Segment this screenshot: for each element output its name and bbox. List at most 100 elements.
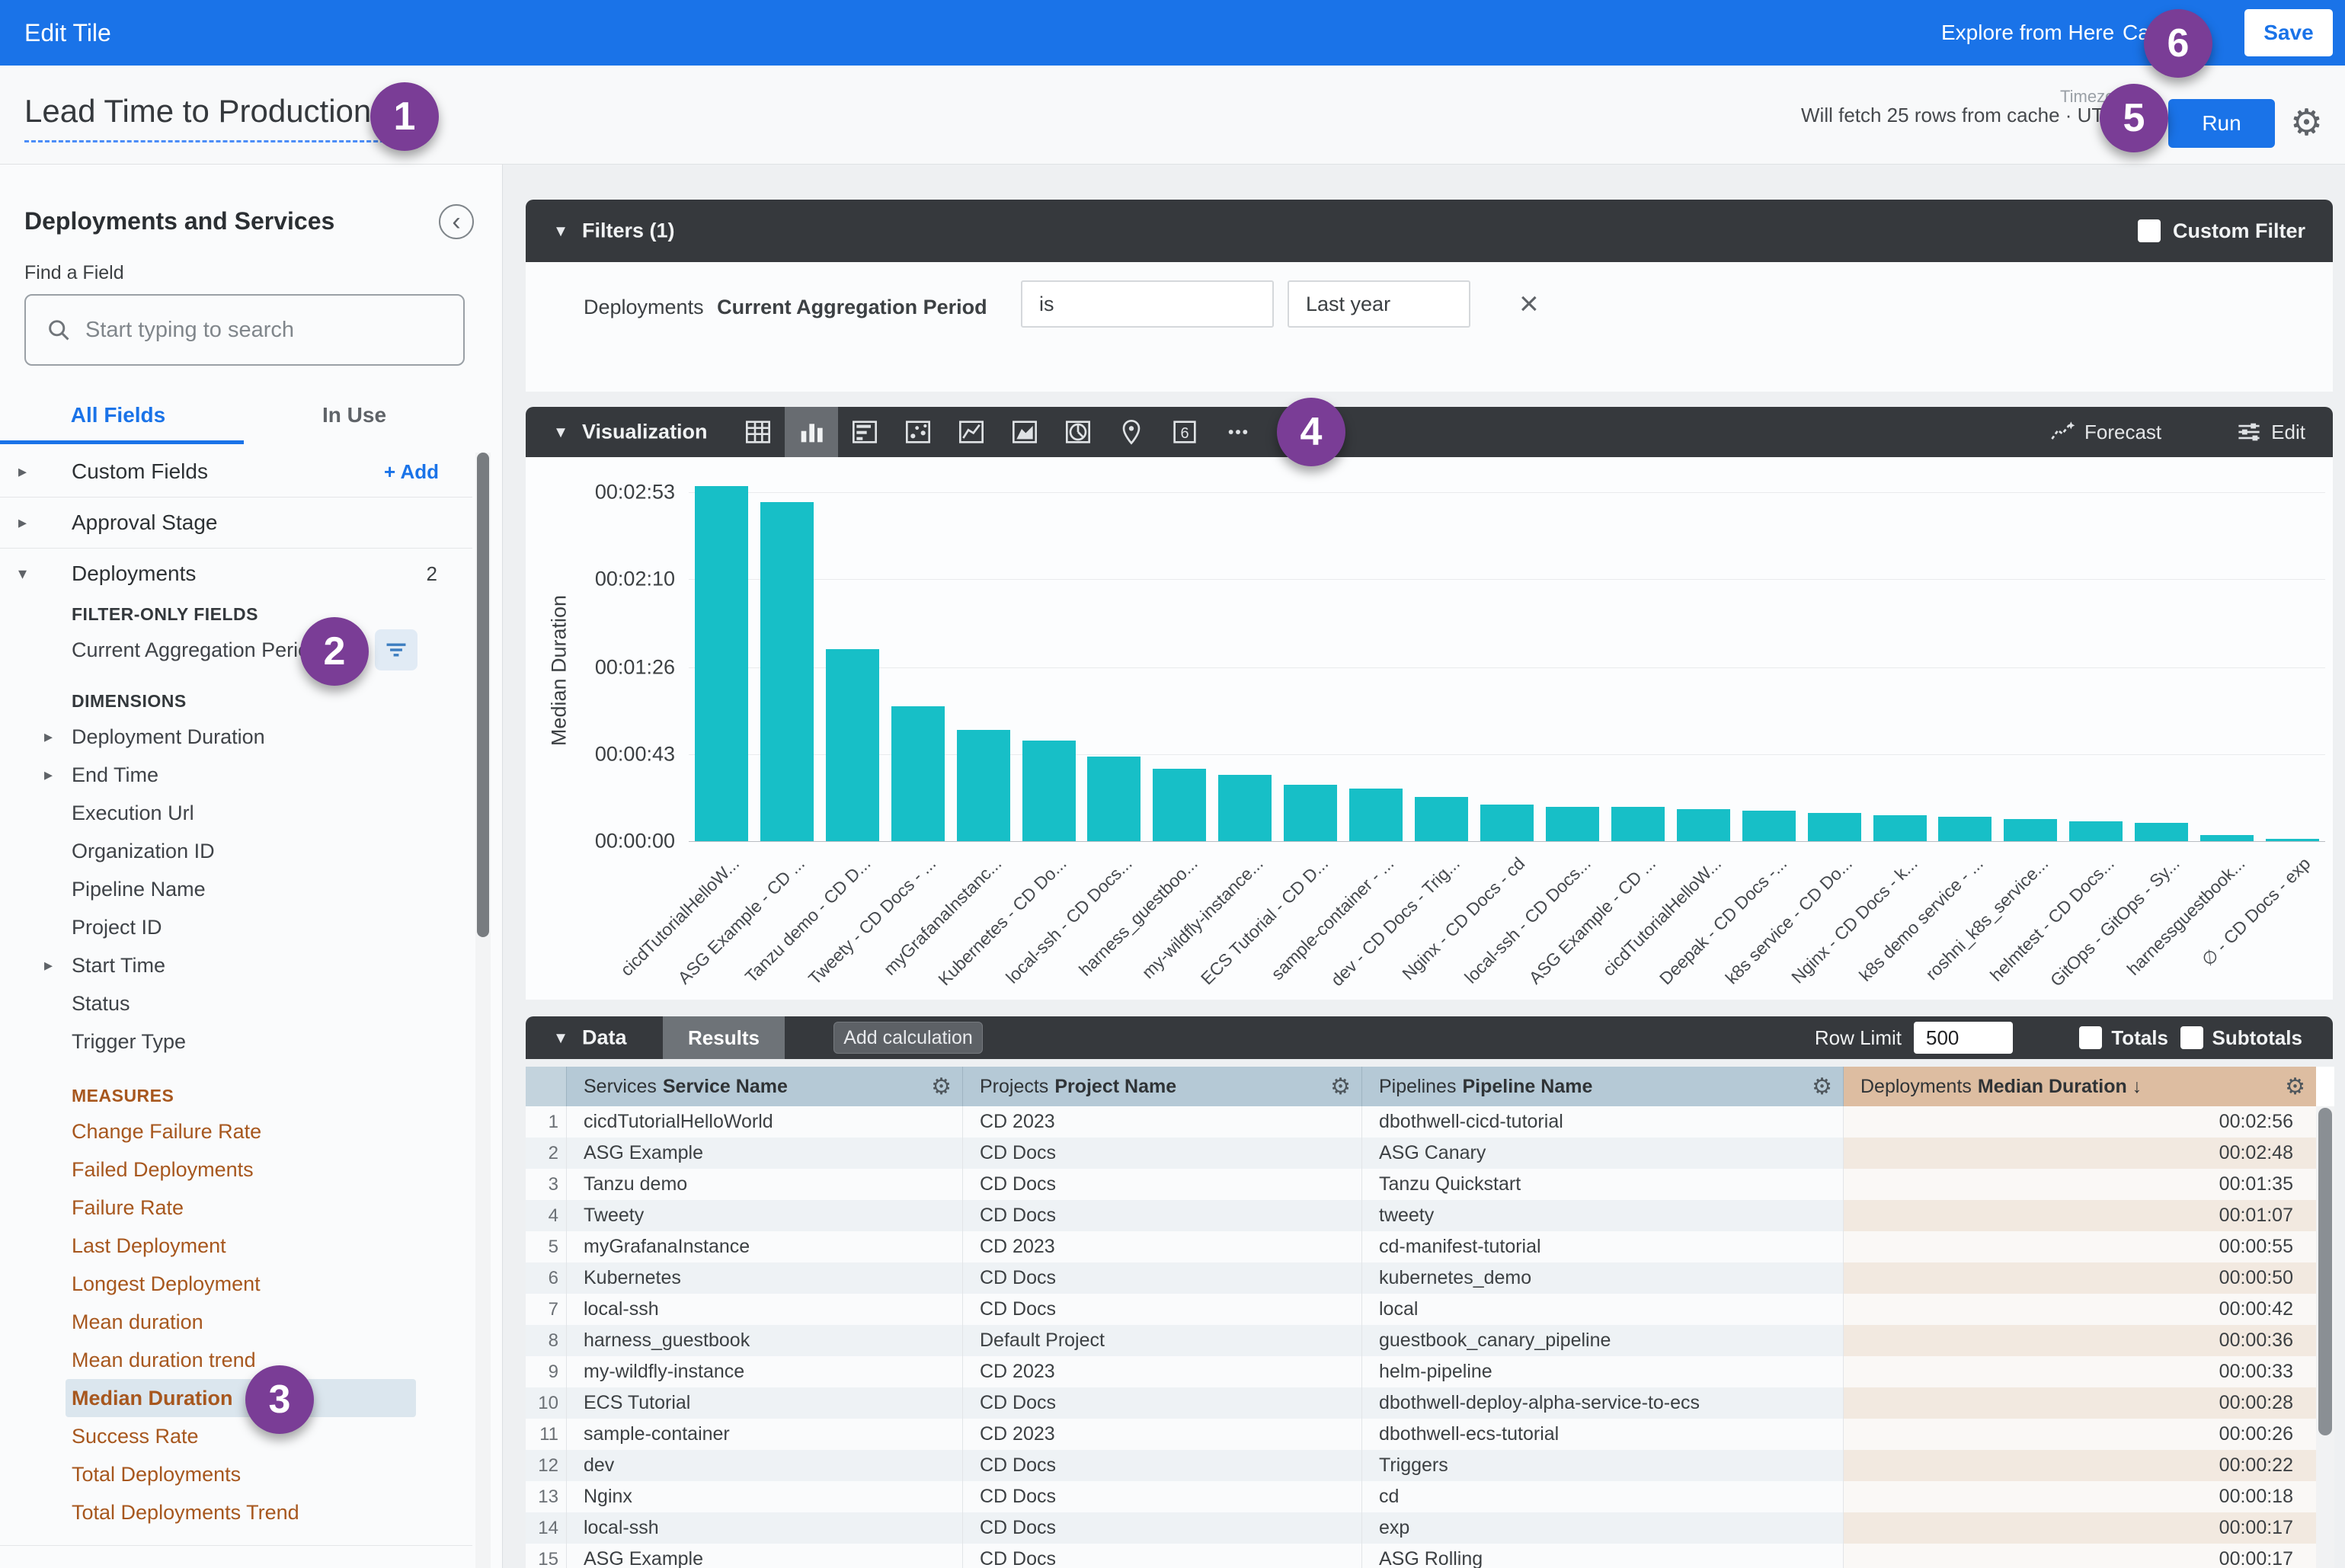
- chevron-right-icon[interactable]: ▸: [44, 765, 53, 785]
- bar-series-median-duration[interactable]: [957, 730, 1010, 841]
- explore-from-here-link[interactable]: Explore from Here: [1941, 0, 2114, 66]
- bar-series-median-duration[interactable]: [2266, 839, 2319, 841]
- data-section-header[interactable]: ▾ Data Results Add calculation Row Limit…: [526, 1016, 2333, 1059]
- column-gear-icon[interactable]: ⚙: [1812, 1074, 1832, 1100]
- settings-gear-icon[interactable]: ⚙: [2290, 99, 2323, 148]
- dimension-item-pipeline-name[interactable]: Pipeline Name: [0, 870, 472, 908]
- bar-series-median-duration[interactable]: [1938, 817, 1991, 841]
- field-search-box[interactable]: [24, 294, 465, 366]
- tab-results[interactable]: Results: [663, 1016, 785, 1059]
- scrollbar-thumb[interactable]: [2318, 1108, 2332, 1435]
- filters-section-header[interactable]: ▾ Filters (1) Custom Filter: [526, 200, 2333, 262]
- bar-series-median-duration[interactable]: [2200, 835, 2254, 841]
- sidebar-group-approval-stage[interactable]: ▸ Approval Stage: [0, 504, 472, 542]
- bar-series-median-duration[interactable]: [1022, 741, 1076, 841]
- bar-series-median-duration[interactable]: [1087, 757, 1141, 841]
- pie-chart-icon[interactable]: [1051, 407, 1105, 457]
- edit-viz-button[interactable]: Edit: [2236, 419, 2305, 445]
- chevron-right-icon[interactable]: ▸: [18, 513, 27, 533]
- dimension-item-trigger-type[interactable]: Trigger Type: [0, 1022, 472, 1061]
- bar-series-median-duration[interactable]: [2135, 823, 2188, 841]
- single-value-icon[interactable]: 6: [1158, 407, 1211, 457]
- add-custom-field-button[interactable]: + Add: [384, 460, 439, 484]
- bar-series-median-duration[interactable]: [760, 502, 814, 841]
- scrollbar-thumb[interactable]: [477, 453, 489, 937]
- bar-series-median-duration[interactable]: [1153, 769, 1206, 841]
- bar-series-median-duration[interactable]: [826, 649, 879, 841]
- column-gear-icon[interactable]: ⚙: [2285, 1074, 2305, 1100]
- chevron-right-icon[interactable]: ▸: [44, 727, 53, 747]
- subtotals-checkbox[interactable]: [2180, 1026, 2203, 1049]
- dimension-item-execution-url[interactable]: Execution Url: [0, 794, 472, 832]
- dimension-item-deployment-duration[interactable]: ▸Deployment Duration: [0, 718, 472, 756]
- add-calculation-button[interactable]: Add calculation: [833, 1022, 983, 1054]
- collapse-sidebar-icon[interactable]: ‹: [439, 204, 474, 239]
- sidebar-group-custom-fields[interactable]: ▸ Custom Fields + Add: [0, 453, 472, 491]
- custom-filter-checkbox[interactable]: [2138, 219, 2161, 242]
- more-options-icon[interactable]: [1211, 407, 1265, 457]
- chevron-down-icon[interactable]: ▾: [556, 421, 565, 443]
- measure-item-total-deployments[interactable]: Total Deployments: [0, 1455, 472, 1493]
- chevron-right-icon[interactable]: ▸: [44, 955, 53, 975]
- chevron-down-icon[interactable]: ▾: [18, 564, 27, 584]
- row-limit-input[interactable]: [1914, 1022, 2013, 1054]
- measure-item-last-deployment[interactable]: Last Deployment: [0, 1227, 472, 1265]
- measure-item-change-failure-rate[interactable]: Change Failure Rate: [0, 1112, 472, 1150]
- bar-series-median-duration[interactable]: [1873, 815, 1927, 841]
- column-header-pipeline-name[interactable]: PipelinesPipeline Name⚙: [1362, 1067, 1844, 1106]
- table-scrollbar[interactable]: [2316, 1106, 2334, 1568]
- measure-item-mean-duration[interactable]: Mean duration: [0, 1303, 472, 1341]
- bar-series-median-duration[interactable]: [1480, 805, 1534, 841]
- bar-series-median-duration[interactable]: [1742, 811, 1796, 841]
- bar-series-median-duration[interactable]: [2004, 819, 2057, 841]
- forecast-button[interactable]: Forecast: [2049, 419, 2161, 445]
- measure-item-longest-deployment[interactable]: Longest Deployment: [0, 1265, 472, 1303]
- sidebar-scrollbar[interactable]: [475, 453, 491, 1568]
- bar-series-median-duration[interactable]: [1808, 813, 1861, 841]
- tile-title-input[interactable]: Lead Time to Production: [24, 93, 405, 142]
- custom-filter-toggle[interactable]: Custom Filter: [2138, 200, 2305, 262]
- dimension-item-end-time[interactable]: ▸End Time: [0, 756, 472, 794]
- bar-series-median-duration[interactable]: [1284, 785, 1337, 841]
- table-icon[interactable]: [731, 407, 785, 457]
- filter-operator-select[interactable]: is: [1021, 280, 1274, 328]
- remove-filter-icon[interactable]: ×: [1519, 283, 1539, 325]
- measure-item-success-rate[interactable]: Success Rate: [0, 1417, 472, 1455]
- map-pin-icon[interactable]: [1105, 407, 1158, 457]
- bar-series-median-duration[interactable]: [1349, 789, 1403, 841]
- chevron-down-icon[interactable]: ▾: [556, 1027, 565, 1049]
- subtotals-toggle[interactable]: Subtotals: [2180, 1016, 2302, 1059]
- filter-by-field-button[interactable]: [375, 629, 417, 670]
- measure-item-mean-duration-trend[interactable]: Mean duration trend: [0, 1341, 472, 1379]
- column-gear-icon[interactable]: ⚙: [931, 1074, 952, 1100]
- line-chart-icon[interactable]: [945, 407, 998, 457]
- run-button[interactable]: Run: [2168, 99, 2275, 148]
- column-chart-icon[interactable]: [785, 407, 838, 457]
- column-gear-icon[interactable]: ⚙: [1330, 1074, 1351, 1100]
- measure-item-failure-rate[interactable]: Failure Rate: [0, 1189, 472, 1227]
- column-header-median-duration[interactable]: DeploymentsMedian Duration ↓⚙: [1844, 1067, 2316, 1106]
- dimension-item-project-id[interactable]: Project ID: [0, 908, 472, 946]
- bar-chart-icon[interactable]: [838, 407, 891, 457]
- totals-checkbox[interactable]: [2079, 1026, 2102, 1049]
- measure-item-failed-deployments[interactable]: Failed Deployments: [0, 1150, 472, 1189]
- chevron-down-icon[interactable]: ▾: [556, 220, 565, 242]
- dimension-item-status[interactable]: Status: [0, 984, 472, 1022]
- bar-series-median-duration[interactable]: [891, 706, 945, 841]
- dimension-item-organization-id[interactable]: Organization ID: [0, 832, 472, 870]
- dimension-item-start-time[interactable]: ▸Start Time: [0, 946, 472, 984]
- scatter-chart-icon[interactable]: [891, 407, 945, 457]
- bar-series-median-duration[interactable]: [1611, 807, 1665, 841]
- measure-item-total-deployments-trend[interactable]: Total Deployments Trend: [0, 1493, 472, 1531]
- column-header-service-name[interactable]: ServicesService Name⚙: [567, 1067, 963, 1106]
- filter-value-input[interactable]: Last year: [1288, 280, 1470, 328]
- bar-series-median-duration[interactable]: [695, 486, 748, 841]
- column-header-project-name[interactable]: ProjectsProject Name⚙: [963, 1067, 1362, 1106]
- bar-series-median-duration[interactable]: [1415, 797, 1468, 841]
- chevron-right-icon[interactable]: ▸: [18, 462, 27, 482]
- tab-all-fields[interactable]: All Fields: [0, 390, 236, 440]
- bar-series-median-duration[interactable]: [1546, 807, 1599, 841]
- sidebar-group-deployments[interactable]: ▾ Deployments 2: [0, 555, 472, 593]
- measure-item-median-duration[interactable]: Median Duration: [66, 1379, 416, 1417]
- bar-series-median-duration[interactable]: [2069, 821, 2123, 841]
